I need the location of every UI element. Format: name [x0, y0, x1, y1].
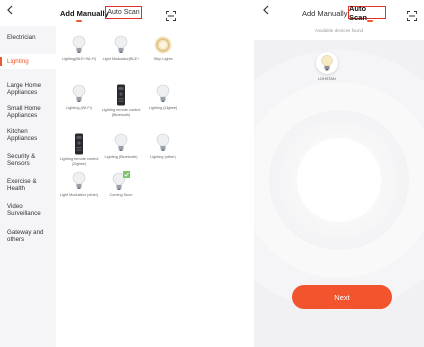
- found-device[interactable]: LDHSTAN: [310, 52, 344, 81]
- device-lighting-remote-bluetooth[interactable]: Lighting remote control (Bluetooth): [100, 84, 142, 118]
- sidebar-item-label: Kitchen Appliances: [7, 128, 38, 142]
- tab-add-manually[interactable]: Add Manually: [60, 9, 109, 18]
- device-lighting-zigbee[interactable]: Lighting (Zigbee): [142, 84, 184, 111]
- sidebar-item-lighting[interactable]: Lighting: [0, 54, 56, 69]
- bulb-icon: [321, 55, 333, 71]
- next-button[interactable]: Next: [292, 285, 392, 309]
- bulb-icon: [72, 35, 86, 53]
- bulb-icon: [72, 84, 86, 102]
- tab-auto-scan[interactable]: Auto Scan: [105, 6, 142, 19]
- sidebar-item-label: Gateway and others: [7, 229, 44, 243]
- device-light-modulator-other[interactable]: Light Modulator (other): [58, 171, 100, 198]
- sidebar-item-gateway-others[interactable]: Gateway and others: [0, 229, 56, 243]
- sidebar-item-exercise-health[interactable]: Exercise & Health: [0, 178, 56, 192]
- devices-found-text: Available devices found: [314, 28, 364, 33]
- sidebar-item-small-home-appliances[interactable]: Small Home Appliances: [0, 105, 56, 119]
- scan-button[interactable]: [407, 8, 417, 21]
- category-sidebar: Electrician Lighting Large Home Applianc…: [0, 26, 56, 347]
- tab-add-manually[interactable]: Add Manually: [302, 9, 347, 18]
- scan-button[interactable]: [166, 8, 176, 21]
- device-label: Coming Soon: [109, 193, 133, 197]
- bulb-badge-icon: [112, 171, 130, 190]
- found-device-name: LDHSTAN: [318, 77, 336, 81]
- screenshot-root: Add Manually Auto Scan Electrician Light…: [0, 0, 424, 347]
- device-lighting-ble-wifi[interactable]: Lighting(BLE+Wi-Fi): [58, 35, 100, 62]
- device-label: Lighting (Wi-Fi): [66, 106, 92, 110]
- bulb-icon: [156, 133, 170, 151]
- sidebar-item-label: Large Home Appliances: [7, 82, 42, 96]
- device-lighting-wifi[interactable]: Lighting (Wi-Fi): [58, 84, 100, 111]
- device-lighting-bluetooth[interactable]: Lighting (Bluetooth): [100, 133, 142, 160]
- top-bar: Add Manually Auto Scan Available devices…: [254, 0, 424, 40]
- sidebar-item-video-surveillance[interactable]: Video Surveillance: [0, 203, 56, 217]
- remote-icon: [75, 133, 83, 155]
- device-label: Light Modulator(BLE+: [102, 57, 140, 61]
- bulb-icon: [156, 84, 170, 102]
- sidebar-item-security-sensors[interactable]: Security & Sensors: [0, 153, 56, 167]
- active-tab-indicator: [367, 20, 373, 22]
- device-label: Lighting remote control (Bluetooth): [101, 108, 141, 117]
- device-lighting-remote-zigbee[interactable]: Lighting remote control (Zigbee): [58, 133, 100, 167]
- device-label: Lighting (Zigbee): [148, 106, 178, 110]
- device-lighting-other[interactable]: Lighting (other): [142, 133, 184, 160]
- device-coming-soon[interactable]: Coming Soon: [100, 171, 142, 198]
- bulb-icon: [114, 35, 128, 53]
- device-grid: Lighting(BLE+Wi-Fi) Light Modulator(BLE+…: [56, 26, 184, 347]
- sidebar-item-kitchen-appliances[interactable]: Kitchen Appliances: [0, 128, 56, 142]
- bulb-icon: [72, 171, 86, 189]
- sidebar-item-label: Small Home Appliances: [7, 105, 41, 119]
- back-button[interactable]: [262, 4, 270, 18]
- device-label: Lighting (other): [150, 155, 176, 159]
- remote-icon: [117, 84, 125, 106]
- device-strip-lights[interactable]: Strip Lights: [142, 35, 184, 62]
- sidebar-item-label: Video Surveillance: [7, 203, 41, 217]
- bulb-icon: [114, 133, 128, 151]
- scan-frame-icon: [407, 11, 417, 21]
- device-label: Lighting remote control (Zigbee): [59, 157, 99, 166]
- device-label: Lighting(BLE+Wi-Fi): [61, 57, 97, 61]
- sidebar-item-label: Lighting: [7, 58, 29, 65]
- device-label: Strip Lights: [153, 57, 173, 61]
- tab-auto-scan[interactable]: Auto Scan: [348, 4, 386, 22]
- strip-light-icon: [154, 36, 172, 54]
- auto-scan-screen: Add Manually Auto Scan Available devices…: [254, 0, 424, 347]
- sidebar-item-label: Electrician: [7, 34, 36, 41]
- device-label: Light Modulator (other): [59, 193, 99, 197]
- found-device-avatar: [316, 52, 338, 74]
- sidebar-item-large-home-appliances[interactable]: Large Home Appliances: [0, 82, 56, 96]
- device-label: Lighting (Bluetooth): [104, 155, 138, 159]
- top-bar: Add Manually Auto Scan: [0, 0, 184, 26]
- add-manually-screen: Add Manually Auto Scan Electrician Light…: [0, 0, 184, 347]
- chevron-left-icon: [263, 5, 269, 15]
- sidebar-item-electrician[interactable]: Electrician: [0, 34, 56, 41]
- sidebar-item-label: Security & Sensors: [7, 153, 36, 167]
- scan-frame-icon: [166, 11, 176, 21]
- chevron-left-icon: [7, 5, 13, 15]
- back-button[interactable]: [6, 4, 14, 18]
- active-tab-indicator: [76, 20, 82, 22]
- device-light-modulator-ble[interactable]: Light Modulator(BLE+: [100, 35, 142, 62]
- sidebar-item-label: Exercise & Health: [7, 178, 37, 192]
